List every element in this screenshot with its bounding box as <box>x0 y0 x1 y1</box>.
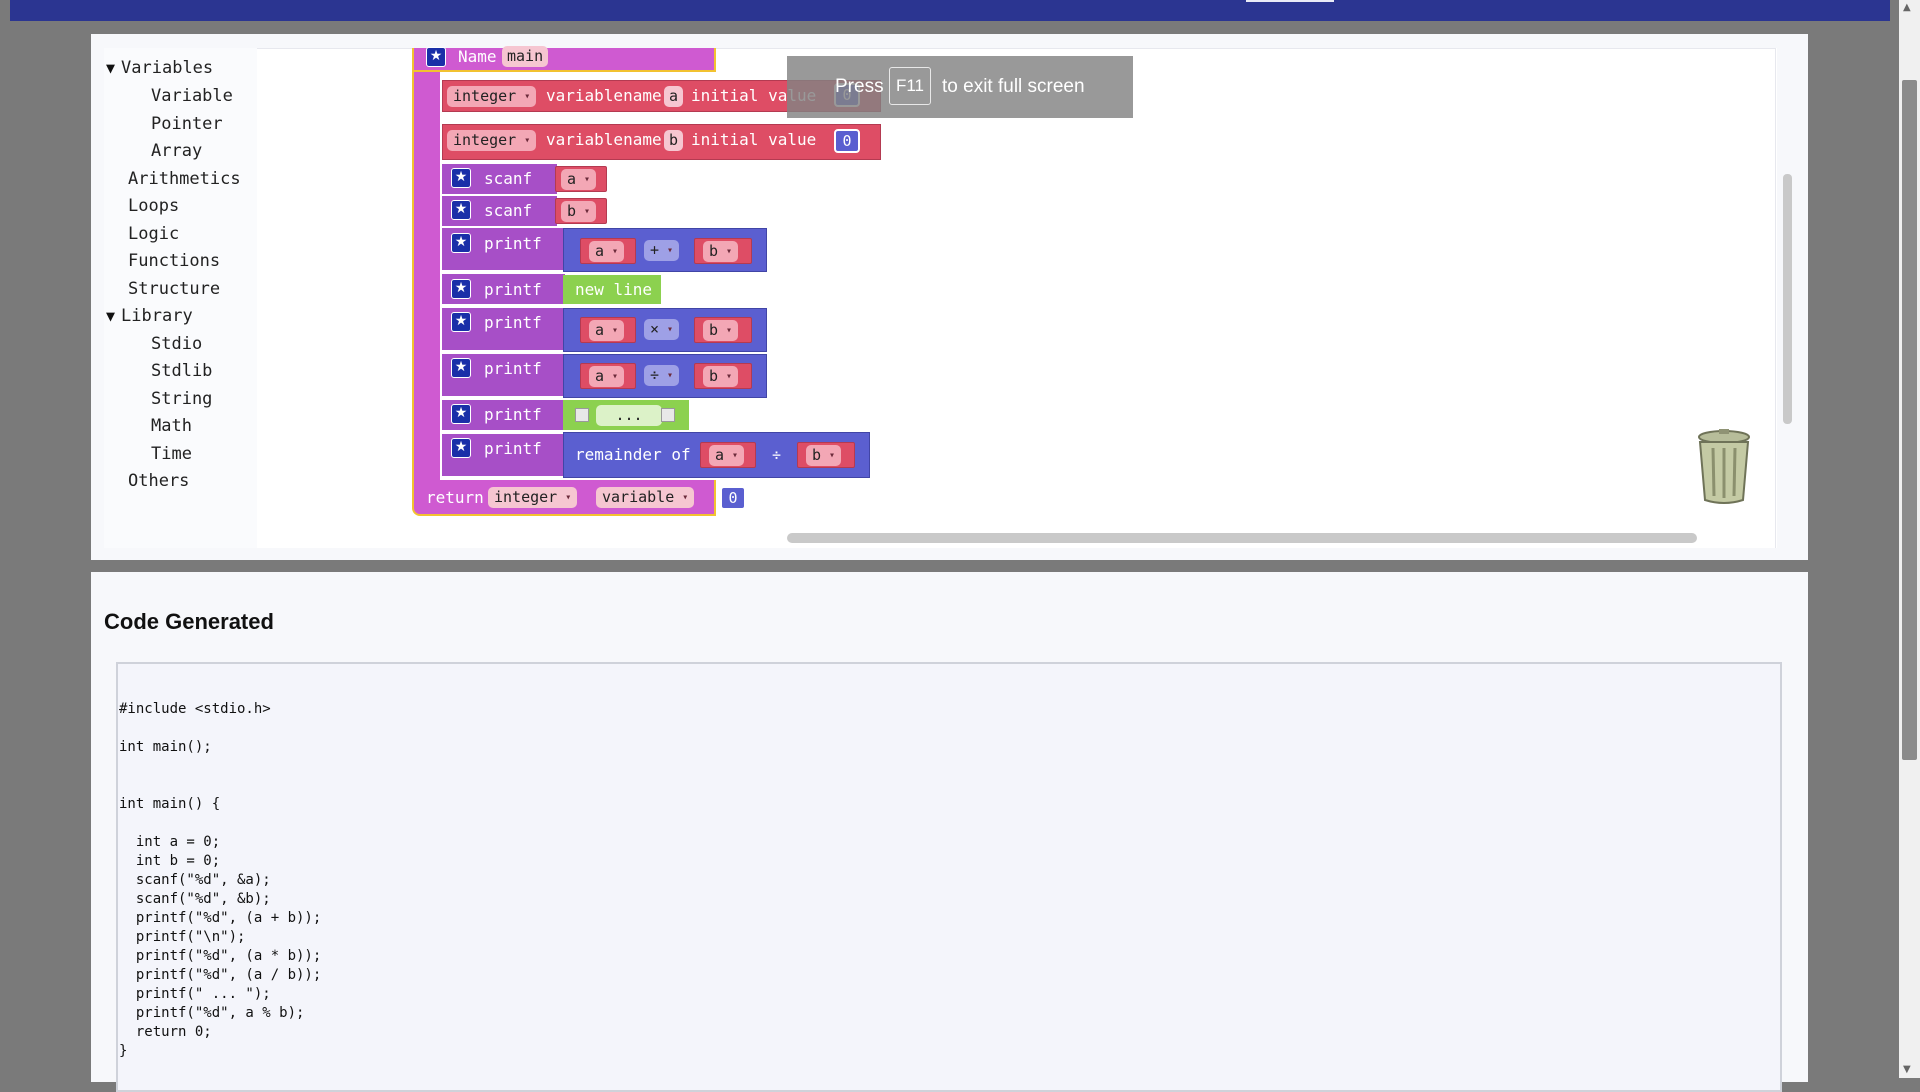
variable-dropdown[interactable]: a <box>589 366 625 387</box>
collapse-arrow-icon: ▼ <box>106 59 116 77</box>
function-name-label: Name <box>458 47 497 66</box>
variable-block[interactable]: a <box>580 363 636 389</box>
block-label: scanf <box>484 169 533 188</box>
collapse-arrow-icon: ▼ <box>106 307 116 325</box>
category-pointer[interactable]: Pointer <box>151 114 223 134</box>
function-block-body[interactable] <box>412 72 440 482</box>
close-quote-icon <box>661 408 675 422</box>
category-structure[interactable]: Structure <box>128 279 220 299</box>
operator-dropdown[interactable]: + <box>644 240 680 261</box>
block-label: printf <box>484 359 542 378</box>
operator-dropdown[interactable]: ÷ <box>644 365 680 386</box>
variable-dropdown[interactable]: b <box>703 241 739 262</box>
scroll-down-arrow-icon[interactable]: ▼ <box>1903 1064 1911 1075</box>
block-label: printf <box>484 439 542 458</box>
text-field[interactable]: ... <box>596 405 662 426</box>
type-dropdown[interactable]: integer <box>447 130 537 151</box>
fullscreen-notice: Press F11 to exit full screen <box>787 56 1133 118</box>
star-icon: ★ <box>451 279 471 299</box>
star-icon: ★ <box>451 200 471 220</box>
newline-label: new line <box>575 280 653 299</box>
block-label: printf <box>484 234 542 253</box>
number-field[interactable]: 0 <box>720 486 746 510</box>
variable-block[interactable]: b <box>797 442 855 468</box>
operator-dropdown[interactable]: × <box>644 319 680 340</box>
page-scrollbar-thumb[interactable] <box>1902 80 1917 760</box>
variable-dropdown[interactable]: a <box>589 320 625 341</box>
star-icon: ★ <box>451 438 471 458</box>
f11-key: F11 <box>889 67 931 105</box>
block-label: variablename <box>546 86 662 105</box>
category-variables[interactable]: ▼ Variables <box>106 58 213 78</box>
workspace-horizontal-scrollbar[interactable] <box>787 533 1697 543</box>
fullscreen-notice-pre: Press <box>835 76 884 97</box>
category-stdlib[interactable]: Stdlib <box>151 361 212 381</box>
variable-dropdown[interactable]: b <box>703 366 739 387</box>
category-arithmetics[interactable]: Arithmetics <box>128 169 241 189</box>
star-icon: ★ <box>451 358 471 378</box>
remainder-label: remainder of <box>575 445 691 464</box>
top-banner <box>10 0 1890 21</box>
block-label: initial value <box>691 130 817 149</box>
category-library[interactable]: ▼ Library <box>106 306 193 326</box>
category-functions[interactable]: Functions <box>128 251 220 271</box>
trash-icon[interactable] <box>1695 428 1753 506</box>
fullscreen-notice-post: to exit full screen <box>942 76 1085 97</box>
block-label: printf <box>484 280 542 299</box>
active-tab-indicator <box>1246 0 1334 2</box>
block-label: printf <box>484 405 542 424</box>
block-label: printf <box>484 313 542 332</box>
category-array[interactable]: Array <box>151 141 202 161</box>
variable-name-field[interactable]: a <box>664 86 684 107</box>
variable-name-field[interactable]: b <box>664 130 684 151</box>
star-icon: ★ <box>426 47 446 67</box>
scroll-up-arrow-icon[interactable]: ▲ <box>1903 2 1911 13</box>
variable-block[interactable]: a <box>555 166 607 192</box>
generated-code: #include <stdio.h> int main(); int main(… <box>119 701 322 1059</box>
toolbox: ▼ Variables Variable Pointer Array Arithm… <box>104 48 257 548</box>
star-icon: ★ <box>451 312 471 332</box>
variable-block[interactable]: b <box>694 238 752 264</box>
star-icon: ★ <box>451 168 471 188</box>
number-field[interactable]: 0 <box>834 129 860 153</box>
block-label: scanf <box>484 201 533 220</box>
variable-block[interactable]: a <box>580 317 636 343</box>
variable-block[interactable]: a <box>700 442 756 468</box>
star-icon: ★ <box>451 404 471 424</box>
type-dropdown[interactable]: integer <box>447 86 537 107</box>
variable-dropdown[interactable]: a <box>561 169 597 190</box>
return-type-dropdown[interactable]: integer <box>488 487 578 508</box>
return-label: return <box>426 488 484 507</box>
workspace-vertical-scrollbar[interactable] <box>1783 174 1792 424</box>
open-quote-icon <box>575 408 589 422</box>
category-string[interactable]: String <box>151 389 212 409</box>
category-loops[interactable]: Loops <box>128 196 179 216</box>
variable-dropdown[interactable]: b <box>561 201 597 222</box>
variable-block[interactable]: b <box>694 317 752 343</box>
category-math[interactable]: Math <box>151 416 192 436</box>
variable-block[interactable]: b <box>555 198 607 224</box>
variable-dropdown[interactable]: a <box>589 241 625 262</box>
category-time[interactable]: Time <box>151 444 192 464</box>
operator-label: ÷ <box>772 446 782 464</box>
variable-dropdown[interactable]: b <box>703 320 739 341</box>
category-variable[interactable]: Variable <box>151 86 233 106</box>
variable-dropdown[interactable]: a <box>709 445 745 466</box>
code-output-box <box>116 662 1782 1092</box>
function-name-field[interactable]: main <box>502 46 549 67</box>
code-section-title: Code Generated <box>104 609 274 634</box>
category-others[interactable]: Others <box>128 471 189 491</box>
variable-block[interactable]: b <box>694 363 752 389</box>
return-kind-dropdown[interactable]: variable <box>596 487 695 508</box>
category-logic[interactable]: Logic <box>128 224 179 244</box>
category-stdio[interactable]: Stdio <box>151 334 202 354</box>
block-label: variablename <box>546 130 662 149</box>
star-icon: ★ <box>451 233 471 253</box>
variable-dropdown[interactable]: b <box>806 445 842 466</box>
variable-block[interactable]: a <box>580 238 636 264</box>
